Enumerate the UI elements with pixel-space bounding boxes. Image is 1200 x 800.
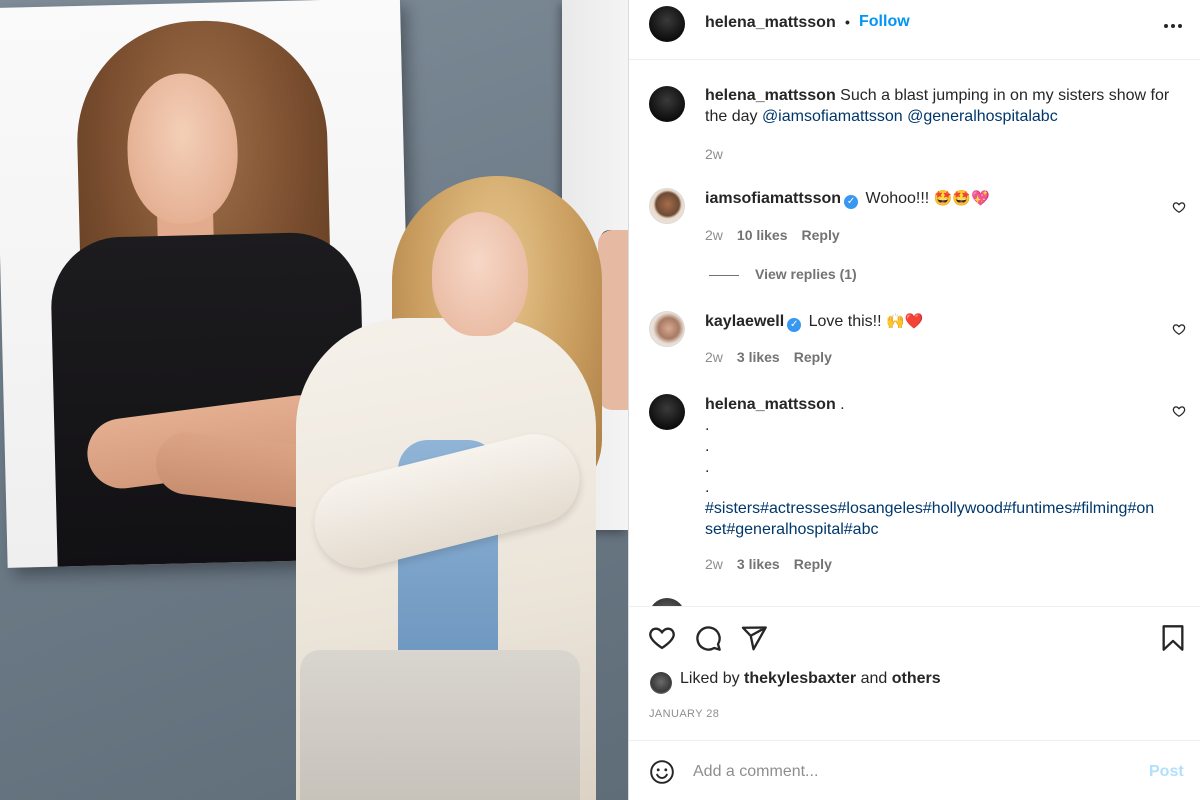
comment-likes[interactable]: 10 likes xyxy=(737,227,788,243)
hashtag-links[interactable]: #sisters#actresses#losangeles#hollywood#… xyxy=(705,498,1155,540)
more-horizontal-icon[interactable] xyxy=(1161,14,1185,38)
author-avatar[interactable] xyxy=(649,6,685,42)
liked-by-others[interactable]: others xyxy=(892,670,941,687)
comment-time[interactable]: 2w xyxy=(705,556,723,572)
comment-emoji: 🙌❤️ xyxy=(886,312,924,330)
liked-by-prefix: Liked by xyxy=(680,670,740,687)
reply-button[interactable]: Reply xyxy=(794,556,832,572)
comment-text: kaylaewell ✓ Love this!! 🙌❤️ xyxy=(705,311,923,332)
poster-right-arm xyxy=(598,230,628,410)
post-date[interactable]: JANUARY 28 xyxy=(649,708,719,720)
replies-divider xyxy=(709,274,739,276)
bookmark-icon[interactable] xyxy=(1159,624,1187,652)
add-comment-bar: Post xyxy=(629,740,1200,800)
header-separator: • xyxy=(845,14,850,30)
comment-emoji: 🤩🤩💖 xyxy=(933,189,990,207)
reply-button[interactable]: Reply xyxy=(802,227,840,243)
comment-time[interactable]: 2w xyxy=(705,227,723,243)
comment-like-heart-icon[interactable] xyxy=(1172,322,1186,336)
smile-icon[interactable] xyxy=(649,759,675,785)
comment-time[interactable]: 2w xyxy=(705,349,723,365)
person-sweatpants xyxy=(300,650,580,800)
comments-list[interactable]: helena_mattsson Such a blast jumping in … xyxy=(629,60,1200,606)
comment-text: iamsofiamattsson ✓ Wohoo!!! 🤩🤩💖 xyxy=(705,188,990,209)
comment-meta: 2w 3 likes Reply xyxy=(705,349,832,365)
caption-username[interactable]: helena_mattsson xyxy=(705,87,836,104)
comment-username[interactable]: kaylaewell xyxy=(705,313,784,330)
comment-icon[interactable] xyxy=(694,624,722,652)
post-photo[interactable] xyxy=(0,0,628,800)
view-replies-label: View replies (1) xyxy=(755,266,857,282)
post-side-panel: helena_mattsson • Follow helena_mattsson… xyxy=(628,0,1200,800)
commenter-avatar[interactable] xyxy=(649,394,685,430)
liked-by-and: and xyxy=(860,670,888,687)
caption-avatar[interactable] xyxy=(649,86,685,122)
mention-link[interactable]: @generalhospitalabc xyxy=(907,108,1058,125)
reply-button[interactable]: Reply xyxy=(794,349,832,365)
comment-dot-line: . xyxy=(705,438,710,455)
post-comment-button[interactable]: Post xyxy=(1149,763,1184,781)
verified-badge-icon: ✓ xyxy=(844,195,859,209)
comment-meta: 2w 10 likes Reply xyxy=(705,227,840,243)
comment-dot-line: . xyxy=(705,459,710,476)
heart-icon[interactable] xyxy=(648,624,676,652)
commenter-avatar[interactable] xyxy=(649,188,685,224)
comment-likes[interactable]: 3 likes xyxy=(737,349,780,365)
mention-link[interactable]: @iamsofiamattsson xyxy=(762,108,903,125)
comment-like-heart-icon[interactable] xyxy=(1172,404,1186,418)
comment-username[interactable]: iamsofiamattsson xyxy=(705,190,841,207)
comment-username[interactable]: helena_mattsson xyxy=(705,396,836,413)
share-icon[interactable] xyxy=(740,624,768,652)
liked-by-avatar[interactable] xyxy=(650,672,672,694)
comment-dot-line: . xyxy=(705,417,710,434)
comment-body: . xyxy=(840,396,845,413)
verified-badge-icon: ✓ xyxy=(787,318,802,332)
comment-likes[interactable]: 3 likes xyxy=(737,556,780,572)
comment-body: Wohoo!!! xyxy=(865,190,930,207)
liked-by-user[interactable]: thekylesbaxter xyxy=(744,670,856,687)
comment-meta: 2w 3 likes Reply xyxy=(705,556,832,572)
comment-dot-line: . xyxy=(705,479,710,496)
comment-body: Love this!! xyxy=(808,313,882,330)
next-comment-avatar xyxy=(649,598,685,606)
comment-text: helena_mattsson . xyxy=(705,394,845,415)
person-face xyxy=(432,212,528,336)
follow-button[interactable]: Follow xyxy=(859,13,910,31)
post-header: helena_mattsson • Follow xyxy=(629,0,1200,60)
author-username[interactable]: helena_mattsson xyxy=(705,14,836,32)
caption-time[interactable]: 2w xyxy=(705,146,723,162)
caption: helena_mattsson Such a blast jumping in … xyxy=(705,85,1185,127)
comment-input[interactable] xyxy=(693,757,1113,787)
commenter-avatar[interactable] xyxy=(649,311,685,347)
liked-by-text: Liked by thekylesbaxter and others xyxy=(680,670,941,688)
comment-like-heart-icon[interactable] xyxy=(1172,200,1186,214)
view-replies-button[interactable]: View replies (1) xyxy=(709,266,857,282)
